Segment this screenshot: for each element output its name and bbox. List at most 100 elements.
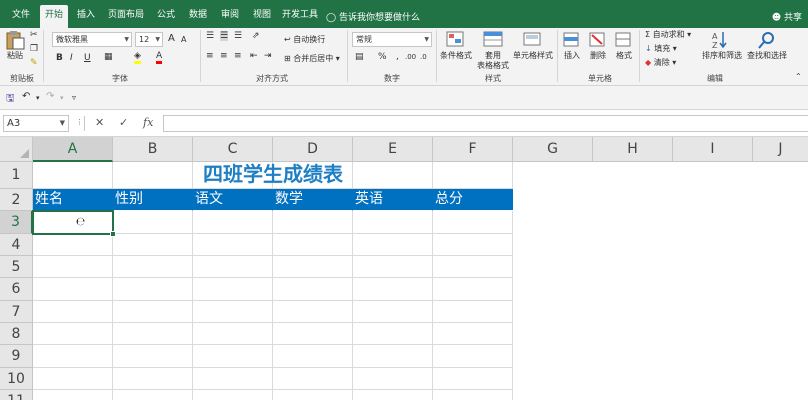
sort-filter-button[interactable]: AZ 排序和筛选: [700, 30, 744, 61]
shrink-font-button[interactable]: A: [181, 35, 186, 44]
border-icon[interactable]: ▦: [104, 52, 113, 62]
header-cell-math[interactable]: 数学: [273, 189, 353, 211]
align-bottom-icon[interactable]: ☰: [234, 31, 242, 41]
name-box[interactable]: A3 ▼: [3, 115, 69, 132]
row-header-9[interactable]: 9: [0, 345, 33, 368]
align-left-icon[interactable]: ≡: [206, 51, 214, 61]
underline-button[interactable]: U: [84, 53, 91, 63]
currency-icon[interactable]: ▤: [355, 52, 364, 62]
formula-input[interactable]: [163, 115, 808, 132]
undo-icon[interactable]: ↶: [22, 91, 30, 102]
save-icon[interactable]: 🖫: [6, 91, 15, 108]
tab-view[interactable]: 视图: [248, 5, 276, 28]
paste-button[interactable]: 粘贴: [2, 30, 28, 61]
outdent-icon[interactable]: ⇥: [264, 51, 272, 61]
merge-center-button[interactable]: ⊞ 合并后居中 ▾: [284, 53, 340, 64]
conditional-formatting-button[interactable]: 条件格式: [437, 30, 475, 61]
format-painter-icon[interactable]: ✎: [30, 58, 38, 68]
enter-icon[interactable]: ✓: [119, 116, 128, 129]
excel-window: 文件 开始 插入 页面布局 公式 数据 审阅 视图 开发工具 ◯ 告诉我你想要做…: [0, 0, 808, 400]
decrease-decimal-icon[interactable]: .0: [420, 53, 427, 61]
wrap-text-button[interactable]: ↩ 自动换行: [284, 34, 325, 45]
column-header-d[interactable]: D: [273, 137, 353, 162]
header-cell-chinese[interactable]: 语文: [193, 189, 273, 211]
header-cell-english[interactable]: 英语: [353, 189, 433, 211]
tab-formulas[interactable]: 公式: [152, 5, 180, 28]
redo-dropdown-icon[interactable]: ▾: [60, 94, 64, 102]
cut-icon[interactable]: ✂: [30, 30, 38, 40]
tab-home[interactable]: 开始: [40, 5, 68, 28]
tab-page-layout[interactable]: 页面布局: [104, 5, 148, 28]
tab-review[interactable]: 审阅: [216, 5, 244, 28]
find-select-button[interactable]: 查找和选择: [745, 30, 789, 61]
resize-handle-icon[interactable]: ⋮: [76, 118, 83, 126]
autosum-button[interactable]: Σ 自动求和 ▾: [645, 29, 691, 40]
column-header-b[interactable]: B: [113, 137, 193, 162]
redo-icon[interactable]: ↷: [46, 91, 54, 102]
increase-decimal-icon[interactable]: .00: [405, 53, 416, 61]
tab-insert[interactable]: 插入: [72, 5, 100, 28]
row-header-1[interactable]: 1: [0, 162, 33, 189]
column-header-c[interactable]: C: [193, 137, 273, 162]
font-name-select[interactable]: 微软雅黑 ▼: [52, 32, 132, 47]
fill-handle[interactable]: [110, 231, 116, 237]
active-cell-selection[interactable]: [32, 210, 116, 237]
row-header-11[interactable]: 11: [0, 390, 33, 400]
delete-cells-button[interactable]: 删除: [586, 30, 610, 61]
share-button[interactable]: ☻ 共享: [772, 10, 802, 23]
orientation-icon[interactable]: ⇗: [252, 31, 260, 41]
copy-icon[interactable]: ❐: [30, 44, 38, 54]
align-middle-icon[interactable]: ☰: [220, 31, 229, 41]
fill-button[interactable]: ↓ 填充 ▾: [645, 43, 677, 54]
person-icon: ☻: [771, 13, 782, 23]
column-header-i[interactable]: I: [673, 137, 753, 162]
column-header-a[interactable]: A: [33, 137, 113, 162]
row-header-10[interactable]: 10: [0, 368, 33, 390]
undo-dropdown-icon[interactable]: ▾: [36, 94, 40, 102]
clear-button[interactable]: ◆ 清除 ▾: [645, 57, 676, 68]
cell-styles-button[interactable]: 单元格样式: [511, 30, 555, 61]
column-header-g[interactable]: G: [513, 137, 593, 162]
align-right-icon[interactable]: ≡: [234, 51, 242, 61]
row-header-7[interactable]: 7: [0, 301, 33, 323]
header-cell-total[interactable]: 总分: [433, 189, 513, 211]
column-header-j[interactable]: J: [753, 137, 808, 162]
row-header-3[interactable]: 3: [0, 211, 33, 234]
grow-font-button[interactable]: A: [168, 33, 175, 44]
sheet-title[interactable]: 四班学生成绩表: [33, 162, 513, 189]
italic-button[interactable]: I: [70, 53, 73, 63]
column-header-f[interactable]: F: [433, 137, 513, 162]
tell-me-box[interactable]: ◯ 告诉我你想要做什么: [326, 10, 420, 23]
bold-button[interactable]: B: [56, 53, 63, 63]
column-header-h[interactable]: H: [593, 137, 673, 162]
format-cells-button[interactable]: 格式: [612, 30, 636, 61]
tab-file[interactable]: 文件: [4, 5, 38, 28]
format-as-table-button[interactable]: 套用 表格格式: [476, 30, 510, 71]
align-center-icon[interactable]: ≡: [220, 51, 228, 61]
fill-color-icon[interactable]: ◈: [134, 51, 141, 64]
cancel-icon[interactable]: ✕: [95, 116, 104, 129]
customize-qat-icon[interactable]: ▿: [72, 93, 76, 102]
number-format-select[interactable]: 常规 ▼: [352, 32, 432, 47]
column-header-e[interactable]: E: [353, 137, 433, 162]
row-header-6[interactable]: 6: [0, 278, 33, 301]
select-all-button[interactable]: [0, 137, 33, 162]
font-size-select[interactable]: 12 ▼: [135, 32, 163, 47]
indent-icon[interactable]: ⇤: [250, 51, 258, 61]
header-cell-gender[interactable]: 性别: [113, 189, 193, 211]
tab-developer[interactable]: 开发工具: [280, 5, 320, 28]
insert-cells-button[interactable]: 插入: [560, 30, 584, 61]
percent-button[interactable]: %: [378, 52, 387, 62]
header-cell-name[interactable]: 姓名: [33, 189, 113, 211]
tab-data[interactable]: 数据: [184, 5, 212, 28]
row-header-4[interactable]: 4: [0, 234, 33, 256]
font-color-icon[interactable]: A: [156, 51, 163, 64]
insert-function-button[interactable]: fx: [143, 116, 153, 129]
row-header-2[interactable]: 2: [0, 189, 33, 211]
row-header-8[interactable]: 8: [0, 323, 33, 345]
row-header-5[interactable]: 5: [0, 256, 33, 278]
collapse-ribbon-icon[interactable]: ⌃: [795, 72, 802, 81]
align-top-icon[interactable]: ☰: [206, 31, 214, 41]
worksheet-grid: A B C D E F G H I J 1 2 3 4 5 6 7 8 9 10…: [0, 137, 808, 400]
comma-button[interactable]: ,: [396, 52, 399, 62]
